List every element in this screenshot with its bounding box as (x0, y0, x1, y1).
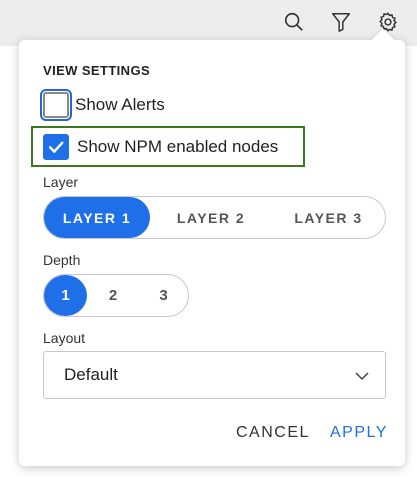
layer-segmented-control: LAYER 1 LAYER 2 LAYER 3 (43, 196, 386, 239)
depth-segmented-control: 1 2 3 (43, 274, 189, 317)
filter-icon[interactable] (328, 9, 354, 35)
layer-option-2[interactable]: LAYER 2 (150, 197, 272, 238)
layer-option-3[interactable]: LAYER 3 (272, 197, 385, 238)
apply-button[interactable]: APPLY (330, 424, 388, 442)
cancel-button[interactable]: CANCEL (236, 424, 310, 442)
view-settings-panel: VIEW SETTINGS Show Alerts Show NPM enabl… (19, 28, 405, 466)
show-alerts-checkbox-row[interactable]: Show Alerts (40, 89, 165, 121)
show-npm-label: Show NPM enabled nodes (77, 137, 279, 156)
search-icon[interactable] (281, 9, 307, 35)
checkmark-icon (48, 141, 64, 153)
layout-select[interactable]: Default (43, 351, 386, 399)
layout-select-value: Default (64, 365, 118, 384)
show-npm-checkbox[interactable] (43, 134, 69, 160)
show-alerts-checkbox[interactable] (40, 89, 72, 121)
section-title: VIEW SETTINGS (43, 63, 151, 78)
show-alerts-label: Show Alerts (75, 95, 165, 114)
depth-option-2[interactable]: 2 (87, 275, 139, 316)
depth-label: Depth (43, 252, 81, 268)
show-npm-checkbox-row[interactable]: Show NPM enabled nodes (43, 134, 278, 160)
layer-label: Layer (43, 174, 79, 190)
layout-label: Layout (43, 330, 86, 346)
depth-option-1[interactable]: 1 (44, 275, 87, 316)
layer-option-1[interactable]: LAYER 1 (44, 197, 150, 238)
depth-option-3[interactable]: 3 (139, 275, 188, 316)
chevron-down-icon (355, 372, 369, 381)
